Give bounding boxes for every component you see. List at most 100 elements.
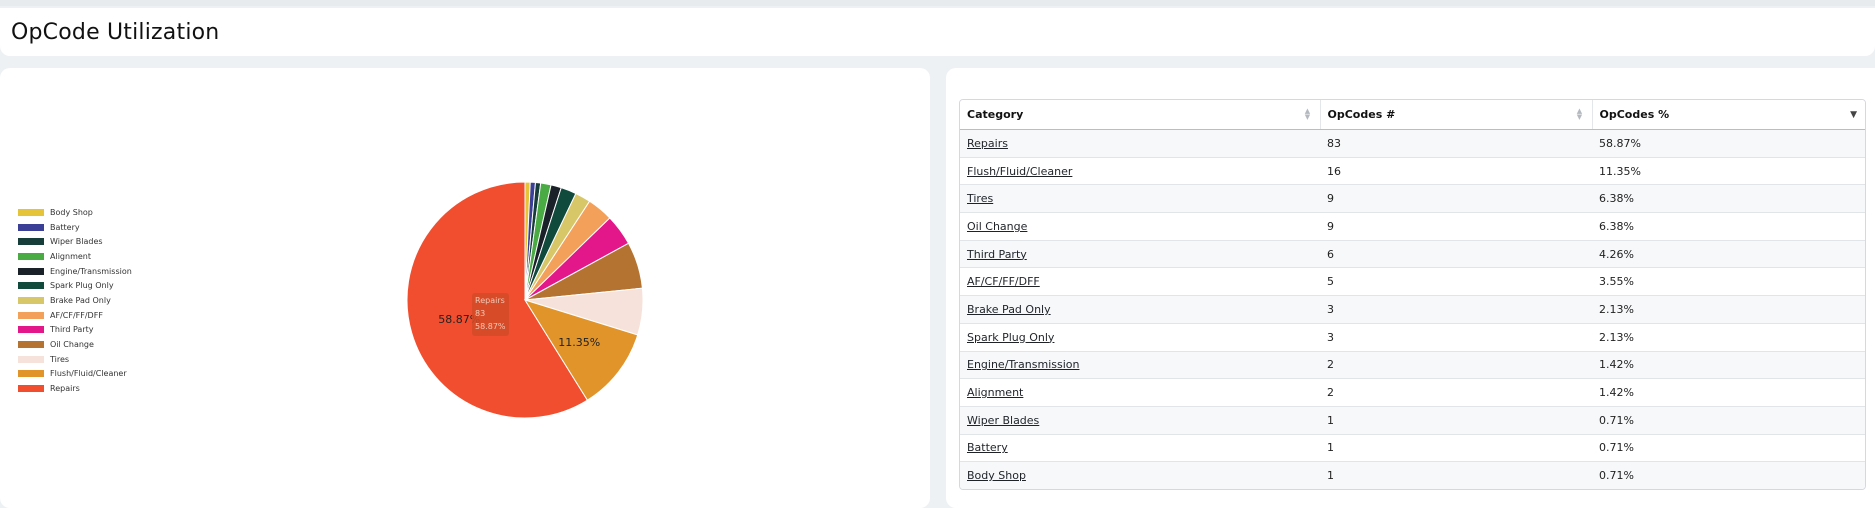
percent-cell: 6.38% [1592,212,1865,241]
percent-cell: 0.71% [1592,406,1865,435]
count-cell: 1 [1320,461,1592,489]
category-cell: Alignment [960,378,1320,407]
category-cell: Oil Change [960,212,1320,241]
percent-cell: 2.13% [1592,295,1865,324]
category-link[interactable]: Flush/Fluid/Cleaner [967,165,1072,178]
column-header-label: Category [967,108,1024,121]
percent-cell: 2.13% [1592,323,1865,352]
category-link[interactable]: Brake Pad Only [967,303,1051,316]
category-cell: Battery [960,434,1320,463]
table-row: Third Party 6 4.26% [960,240,1865,269]
legend-label: Battery [50,222,80,232]
legend-item-battery[interactable]: Battery [18,220,132,235]
legend-swatch [18,326,44,334]
category-link[interactable]: Oil Change [967,220,1027,233]
category-link[interactable]: Spark Plug Only [967,331,1054,344]
pie-chart: 58.87% 11.35% [406,181,644,419]
legend-item-repairs[interactable]: Repairs [18,381,132,396]
category-link[interactable]: Engine/Transmission [967,358,1079,371]
category-cell: Repairs [960,129,1320,158]
percent-cell: 1.42% [1592,351,1865,380]
table-row: Battery 1 0.71% [960,434,1865,463]
category-cell: Engine/Transmission [960,351,1320,380]
column-header-count[interactable]: OpCodes # ▲ ▼ [1320,100,1593,130]
category-link[interactable]: Tires [967,192,993,205]
legend-item-body-shop[interactable]: Body Shop [18,205,132,220]
legend-item-flush-fluid-cleaner[interactable]: Flush/Fluid/Cleaner [18,367,132,382]
category-cell: Flush/Fluid/Cleaner [960,157,1320,186]
legend-swatch [18,355,44,363]
category-link[interactable]: Battery [967,441,1008,454]
opcode-table: Category ▲ ▼ OpCodes # ▲ ▼ OpCodes % ▼ Rep… [959,99,1866,490]
legend-swatch [18,311,44,319]
legend-item-wiper-blades[interactable]: Wiper Blades [18,234,132,249]
legend-label: Brake Pad Only [50,295,111,305]
data-label-flush-fluid-cleaner: 11.35% [558,336,600,349]
legend-swatch [18,341,44,349]
percent-cell: 6.38% [1592,184,1865,214]
legend-label: Engine/Transmission [50,266,132,276]
chart-legend: Body Shop Battery Wiper Blades Alignment Eng… [18,205,132,396]
legend-label: Spark Plug Only [50,281,114,291]
legend-item-af-cf-ff-dff[interactable]: AF/CF/FF/DFF [18,308,132,323]
count-cell: 1 [1320,406,1592,435]
percent-cell: 3.55% [1592,267,1865,297]
table-row: Engine/Transmission 2 1.42% [960,351,1865,380]
count-cell: 2 [1320,351,1592,380]
column-header-percent[interactable]: OpCodes % ▼ [1592,100,1865,130]
category-link[interactable]: Wiper Blades [967,414,1039,427]
column-header-category[interactable]: Category ▲ ▼ [960,100,1321,130]
legend-label: Third Party [50,325,94,335]
table-row: Oil Change 9 6.38% [960,212,1865,241]
table-header-row: Category ▲ ▼ OpCodes # ▲ ▼ OpCodes % ▼ [960,100,1865,130]
count-cell: 9 [1320,184,1592,214]
percent-cell: 58.87% [1592,129,1865,158]
tooltip-label: Repairs [475,296,505,305]
legend-label: Wiper Blades [50,237,103,247]
legend-item-engine-transmission[interactable]: Engine/Transmission [18,264,132,279]
category-link[interactable]: AF/CF/FF/DFF [967,275,1040,288]
legend-item-spark-plug-only[interactable]: Spark Plug Only [18,278,132,293]
table-row: AF/CF/FF/DFF 5 3.55% [960,267,1865,297]
legend-item-alignment[interactable]: Alignment [18,249,132,264]
column-header-label: OpCodes % [1599,108,1670,121]
table-row: Tires 9 6.38% [960,184,1865,214]
legend-swatch [18,208,44,216]
category-cell: Body Shop [960,461,1320,489]
percent-cell: 4.26% [1592,240,1865,269]
legend-swatch [18,385,44,393]
count-cell: 16 [1320,157,1592,186]
category-link[interactable]: Third Party [967,248,1027,261]
legend-label: AF/CF/FF/DFF [50,310,103,320]
table-row: Alignment 2 1.42% [960,378,1865,407]
sort-icon[interactable]: ▲ ▼ [1576,108,1584,121]
legend-label: Body Shop [50,207,93,217]
sort-descending-icon[interactable]: ▼ [1850,110,1857,120]
category-link[interactable]: Repairs [967,137,1008,150]
legend-swatch [18,238,44,246]
legend-item-oil-change[interactable]: Oil Change [18,337,132,352]
category-link[interactable]: Alignment [967,386,1023,399]
legend-label: Tires [50,354,70,364]
count-cell: 83 [1320,129,1592,158]
column-header-label: OpCodes # [1327,108,1396,121]
table-row: Repairs 83 58.87% [960,129,1865,158]
legend-swatch [18,267,44,275]
legend-label: Oil Change [50,340,94,350]
category-link[interactable]: Body Shop [967,469,1026,482]
legend-item-third-party[interactable]: Third Party [18,323,132,338]
count-cell: 6 [1320,240,1592,269]
count-cell: 1 [1320,434,1592,463]
table-row: Spark Plug Only 3 2.13% [960,323,1865,352]
legend-item-tires[interactable]: Tires [18,352,132,367]
legend-swatch [18,296,44,304]
count-cell: 9 [1320,212,1592,241]
title-card: OpCode Utilization [0,8,1875,56]
sort-icon[interactable]: ▲ ▼ [1304,108,1312,121]
category-cell: AF/CF/FF/DFF [960,267,1320,297]
legend-item-brake-pad-only[interactable]: Brake Pad Only [18,293,132,308]
category-cell: Brake Pad Only [960,295,1320,324]
table-row: Flush/Fluid/Cleaner 16 11.35% [960,157,1865,186]
table-row: Brake Pad Only 3 2.13% [960,295,1865,324]
percent-cell: 0.71% [1592,434,1865,463]
